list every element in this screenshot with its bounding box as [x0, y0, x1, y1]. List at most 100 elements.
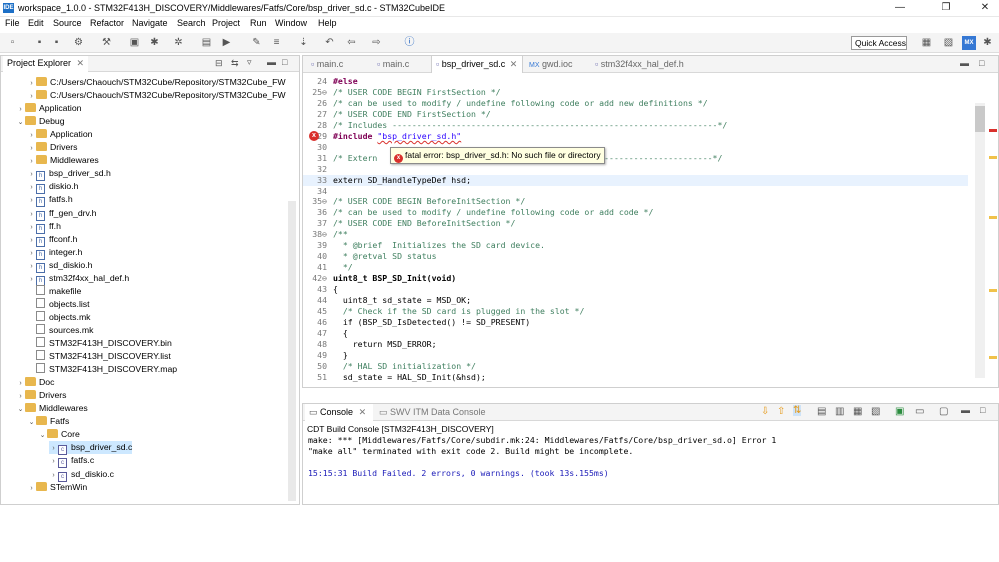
- build-hammer-icon[interactable]: ⚒: [100, 36, 113, 49]
- collapse-all-icon[interactable]: ⊟: [215, 58, 223, 69]
- tab-swv-itm-console[interactable]: ▭ SWV ITM Data Console: [379, 404, 519, 421]
- code-line[interactable]: 28 /* Includes --------------------------…: [303, 120, 968, 131]
- code-area[interactable]: 24 #else 25⊖ /* USER CODE BEGIN FirstSectio…: [303, 76, 973, 386]
- chevron-right-icon[interactable]: ›: [27, 221, 36, 234]
- chevron-right-icon[interactable]: ›: [49, 455, 58, 468]
- clear-console-icon[interactable]: ▧: [871, 406, 880, 417]
- code-line[interactable]: 45 /* Check if the SD card is plugged in…: [303, 306, 968, 317]
- new-console-icon[interactable]: ▢: [939, 406, 948, 417]
- menu-file[interactable]: File: [5, 18, 20, 28]
- code-line[interactable]: 39 * @brief Initializes the SD card devi…: [303, 240, 968, 251]
- tree-file[interactable]: › h diskio.h: [27, 180, 78, 195]
- display-console-icon[interactable]: ▣: [895, 406, 904, 417]
- tree-file[interactable]: STM32F413H_DISCOVERY.bin: [27, 337, 172, 350]
- open-folder-icon[interactable]: ▤: [200, 36, 213, 49]
- code-line[interactable]: 38⊖ /**: [303, 229, 968, 240]
- tree-folder[interactable]: › Application: [16, 102, 82, 115]
- chevron-right-icon[interactable]: ›: [27, 247, 36, 260]
- tree-folder[interactable]: ⌄ Middlewares: [16, 402, 88, 415]
- code-line[interactable]: 43 {: [303, 284, 968, 295]
- code-line[interactable]: 44 uint8_t sd_state = MSD_OK;: [303, 295, 968, 306]
- menu-edit[interactable]: Edit: [28, 18, 44, 28]
- chevron-right-icon[interactable]: ›: [16, 377, 25, 390]
- maximize-view-icon[interactable]: □: [980, 405, 985, 415]
- debug-bug-icon[interactable]: ✱: [148, 36, 161, 49]
- minimize-view-icon[interactable]: ▬: [960, 58, 969, 68]
- tab-main-c-1[interactable]: ▫ main.c: [307, 56, 379, 73]
- chevron-down-icon[interactable]: ⌄: [16, 116, 25, 129]
- code-line[interactable]: 40 * @retval SD status: [303, 251, 968, 262]
- overview-error-mark[interactable]: [989, 129, 997, 132]
- debug-perspective-icon[interactable]: ✱: [981, 36, 994, 49]
- maximize-view-icon[interactable]: □: [282, 57, 287, 67]
- project-explorer-tab[interactable]: Project Explorer ✕: [3, 56, 89, 72]
- link-icon[interactable]: ⇅: [793, 405, 802, 416]
- save-all-icon[interactable]: ▪: [50, 36, 63, 49]
- chevron-right-icon[interactable]: ›: [27, 168, 36, 181]
- tree-folder[interactable]: › C:/Users/Chaouch/STM32Cube/Repository/S…: [27, 76, 286, 89]
- maximize-view-icon[interactable]: □: [979, 58, 984, 68]
- chevron-right-icon[interactable]: ›: [27, 129, 36, 142]
- menu-window[interactable]: Window: [275, 18, 307, 28]
- tab-console[interactable]: ▭ Console ✕: [305, 404, 373, 421]
- chevron-right-icon[interactable]: ›: [27, 142, 36, 155]
- pin-console-icon[interactable]: ▦: [853, 406, 862, 417]
- tree-file[interactable]: makefile: [27, 284, 81, 298]
- view-menu-icon[interactable]: ▿: [247, 57, 252, 68]
- menu-refactor[interactable]: Refactor: [90, 18, 124, 28]
- chevron-right-icon[interactable]: ›: [16, 390, 25, 403]
- tree-folder[interactable]: › Middlewares: [27, 154, 99, 167]
- scroll-lock-icon[interactable]: ▤: [817, 406, 826, 417]
- code-line[interactable]: 25⊖ /* USER CODE BEGIN FirstSection */: [303, 87, 968, 98]
- chevron-right-icon[interactable]: ›: [49, 442, 58, 455]
- menu-project[interactable]: Project: [212, 18, 240, 28]
- code-line[interactable]: 42⊖ uint8_t BSP_SD_Init(void): [303, 273, 968, 284]
- editor-scrollbar[interactable]: [975, 103, 985, 378]
- chevron-right-icon[interactable]: ›: [27, 90, 36, 103]
- menu-navigate[interactable]: Navigate: [132, 18, 168, 28]
- tree-folder[interactable]: › C:/Users/Chaouch/STM32Cube/Repository/S…: [27, 89, 286, 102]
- chevron-down-icon[interactable]: ⌄: [16, 403, 25, 416]
- minimize-view-icon[interactable]: ▬: [267, 57, 276, 67]
- chevron-right-icon[interactable]: ›: [27, 208, 36, 221]
- overview-warning-mark[interactable]: [989, 356, 997, 359]
- close-icon[interactable]: ✕: [510, 59, 518, 69]
- open-perspective-icon[interactable]: ▦: [920, 36, 933, 49]
- code-line[interactable]: 48 return MSD_ERROR;: [303, 339, 968, 350]
- format-icon[interactable]: ≡: [270, 36, 283, 49]
- code-line[interactable]: 41 */: [303, 262, 968, 273]
- tree-folder[interactable]: › Application: [27, 128, 93, 141]
- run-icon[interactable]: ▶: [220, 36, 233, 49]
- tree-file[interactable]: › h bsp_driver_sd.h: [27, 167, 111, 182]
- close-icon[interactable]: ✕: [359, 407, 367, 417]
- next-error-icon[interactable]: ⇩: [761, 406, 769, 417]
- link-editor-icon[interactable]: ⇆: [231, 58, 239, 69]
- mx-perspective-button[interactable]: MX: [962, 36, 976, 50]
- overview-warning-mark[interactable]: [989, 289, 997, 292]
- tab-stm32f4xx-hal-def-h[interactable]: ▫ stm32f4xx_hal_def.h: [595, 56, 705, 73]
- code-line[interactable]: 51 sd_state = HAL_SD_Init(&hsd);: [303, 372, 968, 383]
- code-line[interactable]: 29 #include "bsp_driver_sd.h": [303, 131, 968, 142]
- tree-file[interactable]: › h ff.h: [27, 220, 61, 234]
- info-icon[interactable]: ⓘ: [403, 36, 416, 49]
- chevron-right-icon[interactable]: ›: [27, 234, 36, 247]
- tree-scrollbar[interactable]: [288, 201, 296, 501]
- tree-file[interactable]: objects.list: [27, 297, 90, 311]
- tree-file[interactable]: sources.mk: [27, 323, 93, 337]
- tree-file[interactable]: › h sd_diskio.h: [27, 259, 92, 273]
- restore-button[interactable]: ❐: [939, 2, 953, 14]
- annotation-icon[interactable]: ⇣: [297, 36, 310, 49]
- tree-file[interactable]: objects.mk: [27, 310, 91, 324]
- chevron-right-icon[interactable]: ›: [16, 103, 25, 116]
- chevron-right-icon[interactable]: ›: [27, 194, 36, 207]
- tab-gwd-ioc[interactable]: MX gwd.ioc: [527, 56, 587, 73]
- close-window-button[interactable]: ✕: [978, 2, 992, 14]
- menu-help[interactable]: Help: [318, 18, 337, 28]
- tab-main-c-2[interactable]: ▫ main.c: [373, 56, 433, 73]
- tree-folder[interactable]: › Drivers: [27, 141, 78, 154]
- prev-error-icon[interactable]: ⇧: [777, 406, 785, 417]
- chevron-right-icon[interactable]: ›: [27, 482, 36, 495]
- overview-warning-mark[interactable]: [989, 216, 997, 219]
- tab-bsp-driver-sd-c[interactable]: ▫ bsp_driver_sd.c ✕: [431, 56, 523, 73]
- minimize-view-icon[interactable]: ▬: [961, 405, 970, 415]
